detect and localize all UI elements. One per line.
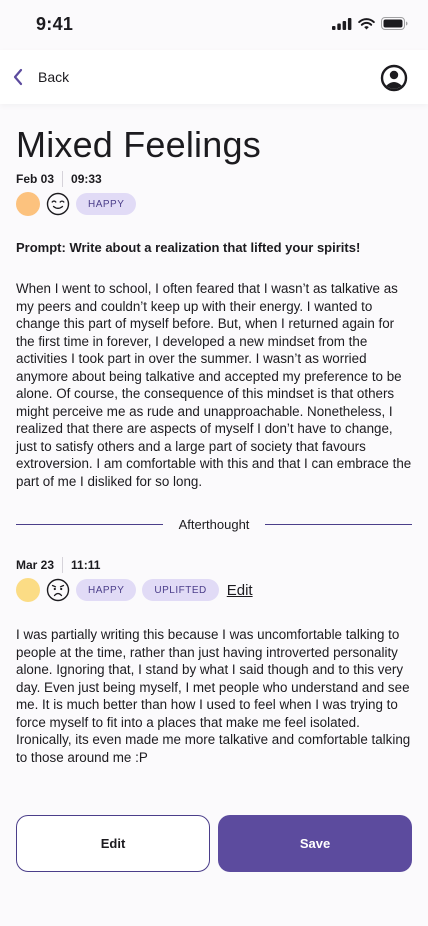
entry-prompt: Prompt: Write about a realization that l… [16,240,361,255]
status-time: 9:41 [36,14,74,34]
status-icons [332,17,408,30]
edit-button[interactable]: Edit [16,815,210,872]
status-bar: 9:41 [0,0,428,50]
divider-line-right [265,523,413,525]
afterthought-date: Mar 23 [16,558,55,572]
save-button[interactable]: Save [218,815,412,872]
afterthought-tags: HAPPY UPLIFTED Edit [16,578,253,602]
entry-tags: HAPPY [16,192,137,216]
top-nav: Back [0,50,428,104]
divider-line-left [16,523,163,525]
profile-icon[interactable] [380,64,408,92]
back-label: Back [38,69,70,85]
afterthought-time: 11:11 [71,558,101,572]
entry-title: Mixed Feelings [16,124,261,165]
afterthought-body: I was partially writing this because I w… [16,627,411,765]
back-button[interactable]: Back [12,62,69,92]
edit-tags-link[interactable]: Edit [227,582,253,599]
meta-divider [62,557,64,573]
tag-pill: UPLIFTED [142,579,219,601]
entry-time: 09:33 [71,172,102,186]
relieved-face-icon [46,192,70,216]
afterthought-divider: Afterthought [16,514,413,534]
signal-icon [332,17,352,30]
wifi-icon [358,17,375,29]
meta-divider [62,171,64,187]
tag-pill: HAPPY [76,193,137,215]
entry-meta: Feb 03 09:33 [16,171,102,187]
sad-face-icon [46,578,70,602]
battery-icon [381,17,408,30]
afterthought-meta: Mar 23 11:11 [16,557,100,573]
afterthought-label: Afterthought [178,516,250,532]
entry-body: When I went to school, I often feared th… [16,281,412,489]
mood-color-dot [16,578,40,602]
entry-date: Feb 03 [16,172,55,186]
tag-pill: HAPPY [76,579,137,601]
mood-color-dot [16,192,40,216]
chevron-left-icon [13,68,23,86]
